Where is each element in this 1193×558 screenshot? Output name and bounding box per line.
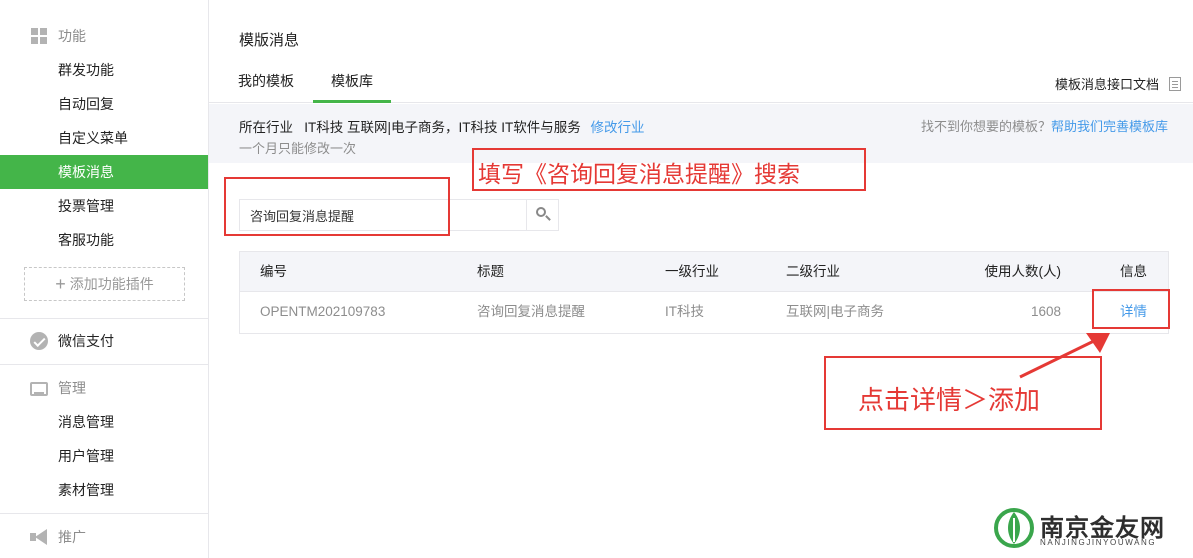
cell-industry2: 互联网|电子商务 — [786, 304, 885, 319]
sidebar-item-message-manage[interactable]: 消息管理 — [0, 405, 208, 439]
search-input-highlight — [224, 177, 450, 236]
arrow-icon — [1019, 333, 1110, 379]
sidebar-section-label: 微信支付 — [58, 333, 114, 349]
header-users: 使用人数(人) — [984, 264, 1062, 279]
template-help: 找不到你想要的模板？帮助我们完善模板库 — [921, 116, 1168, 135]
help-text: 找不到你想要的模板？ — [920, 119, 1051, 134]
template-table: 编号 标题 一级行业 二级行业 使用人数(人) 信息 OPENTM2021097… — [239, 251, 1169, 334]
improve-library-link[interactable]: 帮助我们完善模板库 — [1051, 119, 1168, 134]
industry-line: 所在行业 IT科技 互联网|电子商务，IT科技 IT软件与服务 修改行业 — [239, 116, 645, 136]
wechat-pay-icon — [30, 332, 48, 350]
sidebar-section-manage: 管理 — [0, 371, 208, 405]
add-plugin-label: 添加功能插件 — [69, 276, 154, 292]
sidebar-divider — [0, 364, 208, 365]
sidebar-item-material-manage[interactable]: 素材管理 — [0, 473, 208, 507]
page-title: 模版消息 — [239, 32, 300, 49]
sidebar-section-label: 管理 — [58, 380, 86, 396]
modify-industry-link[interactable]: 修改行业 — [591, 120, 645, 135]
tab-bar: 我的模板 模板库 模板消息接口文档 — [209, 62, 1193, 103]
search-icon-handle — [545, 215, 551, 221]
doc-link-label: 模板消息接口文档 — [1054, 77, 1159, 92]
watermark-logo: 南京金友网 NANJINGJINYOUWANG — [990, 500, 1190, 555]
header-industry2: 二级行业 — [786, 264, 840, 279]
sidebar-section-wechat-pay[interactable]: 微信支付 — [0, 324, 208, 358]
add-plugin-button[interactable]: + 添加功能插件 — [24, 267, 185, 301]
sidebar-item-template-message[interactable]: 模板消息 — [0, 155, 208, 189]
sidebar-item-vote[interactable]: 投票管理 — [0, 189, 208, 223]
header-title: 标题 — [477, 264, 504, 279]
sidebar-divider — [0, 318, 208, 319]
sidebar-item-auto-reply[interactable]: 自动回复 — [0, 87, 208, 121]
megaphone-icon — [30, 528, 48, 546]
cell-title: 咨询回复消息提醒 — [477, 304, 585, 319]
watermark-subtitle: NANJINGJINYOUWANG — [1040, 538, 1157, 547]
sidebar-section-promotion: 推广 — [0, 520, 208, 554]
search-hint-box: 填写《咨询回复消息提醒》搜索 — [472, 148, 866, 191]
sidebar-section-functions: 功能 — [0, 19, 208, 53]
inbox-icon — [30, 382, 48, 396]
primary-industry: IT科技 互联网|电子商务 — [304, 120, 446, 135]
secondary-industry: IT科技 IT软件与服务 — [458, 120, 581, 135]
tab-template-library[interactable]: 模板库 — [313, 62, 391, 103]
industry-note: 一个月只能修改一次 — [239, 141, 357, 156]
grid-icon — [30, 27, 48, 45]
industry-separator: ， — [445, 120, 459, 135]
search-button[interactable] — [526, 200, 558, 230]
sidebar-item-mass-send[interactable]: 群发功能 — [0, 53, 208, 87]
cell-id: OPENTM202109783 — [260, 304, 386, 319]
header-id: 编号 — [260, 264, 287, 279]
cell-industry1: IT科技 — [665, 304, 704, 319]
search-hint-text: 填写《咨询回复消息提醒》搜索 — [478, 162, 800, 188]
click-hint-text: 点击详情＞添加 — [858, 386, 1041, 416]
header-industry1: 一级行业 — [665, 264, 719, 279]
document-icon — [1169, 76, 1181, 91]
sidebar-item-custom-menu[interactable]: 自定义菜单 — [0, 121, 208, 155]
header-info: 信息 — [1120, 264, 1147, 279]
table-header: 编号 标题 一级行业 二级行业 使用人数(人) 信息 — [240, 252, 1168, 292]
main-content: 模版消息 我的模板 模板库 模板消息接口文档 所在行业 IT科技 互联网|电子商… — [209, 0, 1193, 558]
detail-highlight — [1092, 289, 1170, 329]
sidebar: 功能 群发功能 自动回复 自定义菜单 模板消息 投票管理 客服功能 + 添加功能… — [0, 0, 209, 558]
sidebar-item-user-manage[interactable]: 用户管理 — [0, 439, 208, 473]
plus-icon: + — [55, 274, 66, 294]
industry-prefix: 所在行业 — [239, 120, 293, 135]
sidebar-divider — [0, 513, 208, 514]
watermark-leaf-icon — [994, 508, 1034, 548]
sidebar-section-label: 功能 — [58, 28, 86, 44]
sidebar-item-customer-service[interactable]: 客服功能 — [0, 223, 208, 257]
sidebar-section-label: 推广 — [58, 529, 86, 545]
arrow-shaft — [1019, 337, 1099, 379]
tab-my-templates[interactable]: 我的模板 — [238, 62, 294, 103]
template-api-doc-link[interactable]: 模板消息接口文档 — [1055, 74, 1181, 93]
